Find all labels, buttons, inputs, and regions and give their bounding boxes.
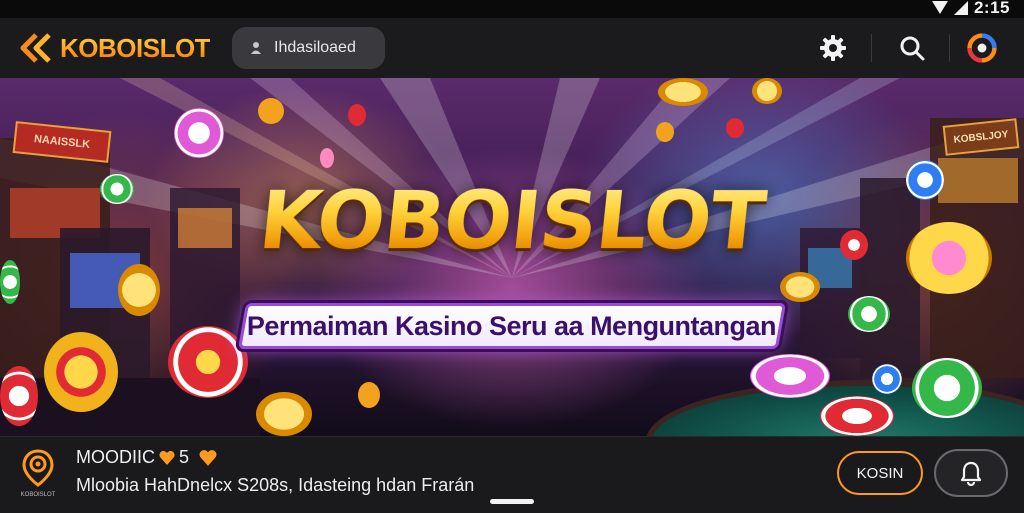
status-time: 2:15 <box>973 0 1010 17</box>
person-icon <box>251 42 261 54</box>
poker-chip <box>0 366 38 426</box>
bell-icon <box>960 461 982 486</box>
top-app-bar: KOBOISLOT Ihdasiloaed <box>0 18 1024 79</box>
logo-text: KOBOISLOT <box>60 32 211 63</box>
ring-avatar-icon <box>967 33 997 63</box>
hero-banner[interactable]: NAAISSLK KOBSLJOY KOBOISLOT Permaiman Ka… <box>0 78 1024 436</box>
app-name-row: MOODIIC 5 <box>76 447 217 468</box>
search-pill-label: Ihdasiloaed <box>274 39 356 56</box>
gold-coin <box>118 264 160 316</box>
poker-chip <box>912 358 982 418</box>
primary-action-label: KOSIN <box>856 464 904 482</box>
poker-chip <box>820 396 894 436</box>
app-logo[interactable]: KOBOISLOT <box>16 31 211 65</box>
notification-button[interactable] <box>934 449 1008 497</box>
header-divider <box>871 34 872 62</box>
search-pill[interactable]: Ihdasiloaed <box>232 27 385 69</box>
bottom-app-bar: KOBOISLOT MOODIIC 5 Mloobia HahDnelcx S2… <box>0 436 1024 513</box>
poker-chip <box>726 118 744 138</box>
poker-chip <box>348 104 366 126</box>
heart-icon <box>159 450 175 465</box>
banner-title: KOBOISLOT <box>0 174 1024 267</box>
primary-action-button[interactable]: KOSIN <box>837 451 923 495</box>
app-name: MOODIIC <box>76 447 155 467</box>
wifi-icon <box>953 1 968 15</box>
poker-chip <box>750 354 830 398</box>
search-icon <box>900 36 925 61</box>
gear-icon <box>820 35 846 61</box>
header-divider <box>949 34 950 62</box>
poker-chip <box>174 108 224 158</box>
banner-subtitle: Permaiman Kasino Seru aa Menguntangan <box>247 310 777 341</box>
banner-subtitle-ribbon: Permaiman Kasino Seru aa Menguntangan <box>237 303 787 349</box>
rating-value: 5 <box>179 447 190 467</box>
gold-coin <box>656 122 674 142</box>
poker-chip <box>848 296 890 332</box>
status-bar: 2:15 <box>0 0 1024 18</box>
home-indicator[interactable] <box>490 499 534 504</box>
gold-coin <box>358 382 380 408</box>
settings-button[interactable] <box>817 32 849 64</box>
app-icon-caption: KOBOISLOT <box>20 492 56 498</box>
app-description: Mloobia HahDnelcx S208s, Idasteing hdan … <box>76 475 475 495</box>
gold-coin <box>780 272 820 302</box>
gold-coin <box>44 332 118 412</box>
app-logo-icon <box>22 449 54 487</box>
gold-coin <box>256 392 312 436</box>
poker-chip <box>872 364 902 394</box>
profile-button[interactable] <box>966 32 998 64</box>
search-button[interactable] <box>896 32 928 64</box>
app-icon[interactable]: KOBOISLOT <box>16 447 60 498</box>
gold-coin <box>658 78 708 106</box>
poker-chip <box>320 148 334 168</box>
gold-coin <box>258 98 284 124</box>
double-chevron-icon <box>20 33 51 63</box>
poker-chip <box>168 326 248 398</box>
gold-coin <box>752 78 782 104</box>
signal-icon <box>931 1 948 14</box>
heart-icon <box>199 449 217 466</box>
